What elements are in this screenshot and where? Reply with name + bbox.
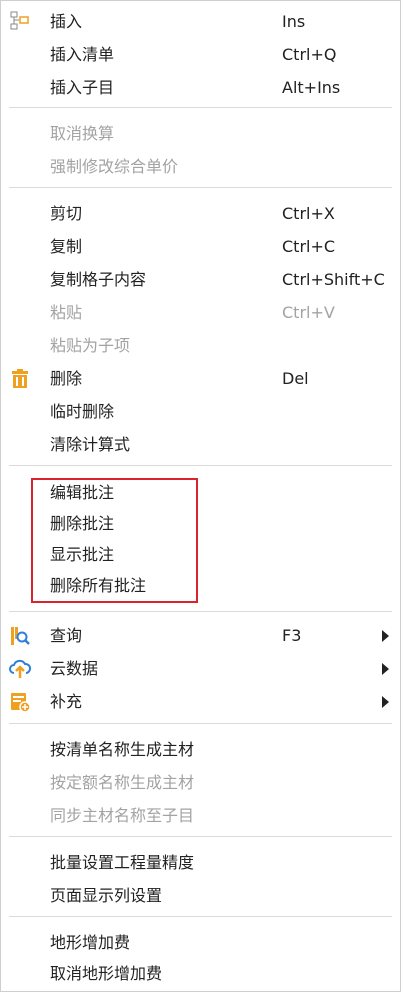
- menu-item-page-columns[interactable]: 页面显示列设置: [1, 880, 400, 912]
- menu-item-insert-list[interactable]: 插入清单 Ctrl+Q: [1, 39, 400, 71]
- menu-item-label: 取消地形增加费: [50, 964, 163, 983]
- menu-item-gen-main-by-quota[interactable]: 按定额名称生成主材: [1, 767, 400, 799]
- menu-item-label: 插入清单: [50, 45, 115, 64]
- menu-item-label: 云数据: [50, 659, 99, 678]
- insert-tree-icon: [9, 11, 31, 33]
- menu-item-label: 按定额名称生成主材: [50, 773, 195, 792]
- menu-separator: [9, 465, 392, 466]
- menu-item-label: 粘贴为子项: [50, 336, 131, 355]
- menu-item-label: 插入子目: [50, 78, 115, 97]
- submenu-arrow-icon: [382, 696, 389, 708]
- menu-item-force-modify-price[interactable]: 强制修改综合单价: [1, 151, 400, 183]
- menu-item-temp-delete[interactable]: 临时删除: [1, 396, 400, 428]
- menu-item-label: 复制: [50, 237, 83, 256]
- menu-item-label: 查询: [50, 626, 83, 645]
- context-menu: 插入 Ins 插入清单 Ctrl+Q 插入子目 Alt+Ins 取消换算 强制修…: [0, 0, 401, 992]
- menu-item-label: 剪切: [50, 204, 83, 223]
- menu-item-label: 清除计算式: [50, 435, 131, 454]
- menu-item-insert-child[interactable]: 插入子目 Alt+Ins: [1, 72, 400, 104]
- menu-item-label: 批量设置工程量精度: [50, 853, 195, 872]
- menu-separator: [9, 187, 392, 188]
- menu-item-paste-as-child[interactable]: 粘贴为子项: [1, 330, 400, 362]
- menu-item-shortcut: Ctrl+V: [282, 303, 335, 322]
- supplement-icon: [9, 691, 31, 713]
- menu-item-cancel-terrain-fee[interactable]: 取消地形增加费: [1, 958, 400, 990]
- menu-item-batch-precision[interactable]: 批量设置工程量精度: [1, 847, 400, 879]
- menu-item-terrain-fee[interactable]: 地形增加费: [1, 927, 400, 959]
- menu-item-delete[interactable]: 删除 Del: [1, 363, 400, 395]
- menu-item-shortcut: Ctrl+Q: [282, 45, 337, 64]
- menu-item-paste[interactable]: 粘贴 Ctrl+V: [1, 297, 400, 329]
- menu-item-label: 删除: [50, 369, 83, 388]
- menu-item-shortcut: Ctrl+C: [282, 237, 336, 256]
- menu-item-label: 同步主材名称至子目: [50, 806, 195, 825]
- menu-item-cut[interactable]: 剪切 Ctrl+X: [1, 198, 400, 230]
- menu-item-label: 按清单名称生成主材: [50, 740, 195, 759]
- menu-item-label: 补充: [50, 692, 83, 711]
- menu-item-cancel-convert[interactable]: 取消换算: [1, 118, 400, 150]
- menu-item-cloud-data[interactable]: 云数据: [1, 653, 400, 685]
- menu-item-shortcut: Ctrl+Shift+C: [282, 270, 385, 289]
- menu-item-shortcut: F3: [282, 626, 302, 645]
- menu-item-sync-main-name[interactable]: 同步主材名称至子目: [1, 800, 400, 832]
- menu-item-copy-cell[interactable]: 复制格子内容 Ctrl+Shift+C: [1, 264, 400, 296]
- menu-separator: [9, 107, 392, 108]
- menu-item-supplement[interactable]: 补充: [1, 686, 400, 718]
- trash-icon: [9, 368, 31, 390]
- menu-separator: [9, 836, 392, 837]
- cloud-upload-icon: [9, 658, 32, 680]
- menu-item-label: 复制格子内容: [50, 270, 147, 289]
- search-icon: [9, 625, 31, 647]
- highlight-box: [31, 478, 198, 603]
- menu-item-shortcut: Ins: [282, 12, 306, 31]
- menu-item-shortcut: Ctrl+X: [282, 204, 335, 223]
- menu-item-label: 强制修改综合单价: [50, 157, 179, 176]
- menu-item-clear-formula[interactable]: 清除计算式: [1, 429, 400, 461]
- submenu-arrow-icon: [382, 663, 389, 675]
- menu-separator: [9, 611, 392, 612]
- menu-item-label: 地形增加费: [50, 933, 131, 952]
- menu-separator: [9, 723, 392, 724]
- menu-separator: [9, 916, 392, 917]
- menu-item-label: 临时删除: [50, 402, 115, 421]
- menu-item-label: 取消换算: [50, 124, 115, 143]
- menu-item-label: 插入: [50, 12, 83, 31]
- menu-item-insert[interactable]: 插入 Ins: [1, 6, 400, 38]
- menu-item-label: 页面显示列设置: [50, 886, 163, 905]
- menu-item-label: 粘贴: [50, 303, 83, 322]
- menu-item-copy[interactable]: 复制 Ctrl+C: [1, 231, 400, 263]
- submenu-arrow-icon: [382, 630, 389, 642]
- menu-item-gen-main-by-list[interactable]: 按清单名称生成主材: [1, 734, 400, 766]
- menu-item-shortcut: Alt+Ins: [282, 78, 341, 97]
- menu-item-shortcut: Del: [282, 369, 309, 388]
- menu-item-query[interactable]: 查询 F3: [1, 620, 400, 652]
